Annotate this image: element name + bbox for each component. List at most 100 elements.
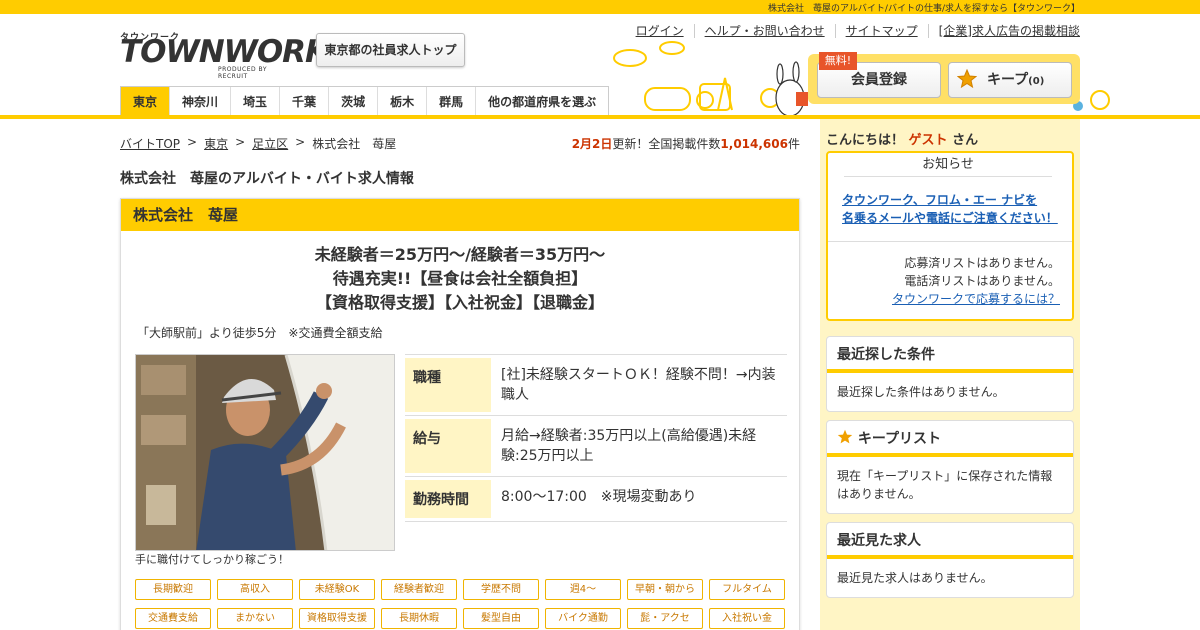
breadcrumb: バイトTOP > 東京 > 足立区 > 株式会社 苺屋 <box>120 135 396 152</box>
top-banner: 株式会社 苺屋のアルバイト/バイトの仕事/求人を探すなら【タウンワーク】 <box>0 0 1200 14</box>
work-hours-value: 8:00～17:00 ※現場変動あり <box>501 489 697 505</box>
photo-caption: 手に職付けてしっかり稼ごう！ <box>135 553 289 566</box>
breadcrumb-sep: > <box>295 135 306 149</box>
tab-tokyo[interactable]: 東京 <box>121 87 170 116</box>
recent-viewed-body: 最近見た求人はありません。 <box>837 571 993 585</box>
feature-tag[interactable]: フルタイム <box>709 579 785 600</box>
list-status: 応募済リストはありません。 電話済リストはありません。 タウンワークで応募するに… <box>828 254 1072 308</box>
salary-value: 月給→経験者:35万円以上(高給優遇)未経験:25万円以上 <box>501 428 757 464</box>
feature-tag[interactable]: バイク通勤 <box>545 608 621 629</box>
keep-button[interactable]: キープ(0) <box>948 62 1072 98</box>
job-photo[interactable] <box>135 354 395 551</box>
feature-tag[interactable]: 週4～ <box>545 579 621 600</box>
job-access: 「大師駅前」より徒歩5分 ※交通費全額支給 <box>137 326 383 340</box>
keep-count: (0) <box>1028 76 1045 87</box>
utility-links: ログイン ヘルプ・お問い合わせ サイトマップ [企業]求人広告の掲載相談 <box>626 24 1080 38</box>
feature-tag[interactable]: 資格取得支援 <box>299 608 375 629</box>
townwork-logo[interactable]: タウンワーク TOWNWORK PRODUCED BY RECRUIT <box>120 30 329 80</box>
work-hours-label: 勤務時間 <box>405 480 491 518</box>
recent-viewed-title[interactable]: 最近見た求人 <box>827 523 1073 559</box>
feature-tag[interactable]: 髪型自由 <box>463 608 539 629</box>
keep-list-body: 現在「キープリスト」に保存された情報はありません。 <box>837 469 1053 501</box>
feature-tag[interactable]: 経験者歓迎 <box>381 579 457 600</box>
total-count: 1,014,606 <box>720 137 788 151</box>
tab-gunma[interactable]: 群馬 <box>426 87 475 116</box>
help-link[interactable]: ヘルプ・お問い合わせ <box>693 24 835 38</box>
greeting-prefix: こんにちは！ <box>826 133 905 148</box>
fraud-warning-line: タウンワーク、フロム・エー ナビを <box>842 193 1038 207</box>
feature-tags: 長期歓迎 高収入 未経験OK 経験者歓迎 学歴不問 週4～ 早朝・朝から フルタ… <box>135 579 795 629</box>
sitemap-link[interactable]: サイトマップ <box>834 24 928 38</box>
guest-name: ゲスト <box>908 133 948 148</box>
catch-line: 未経験者＝25万円～/経験者＝35万円～ <box>314 245 606 264</box>
keep-list-title: キープリスト <box>857 431 942 447</box>
notice-box: お知らせ タウンワーク、フロム・エー ナビを 名乗るメールや電話にご注意ください… <box>826 151 1074 321</box>
how-to-apply-link[interactable]: タウンワークで応募するには？ <box>828 290 1060 308</box>
logo-subtitle: PRODUCED BY RECRUIT <box>218 66 267 80</box>
recent-search-title[interactable]: 最近探した条件 <box>827 337 1073 373</box>
table-row: 勤務時間 8:00～17:00 ※現場変動あり <box>405 477 787 522</box>
job-type-value: [社]未経験スタートＯＫ！経験不問！→内装職人 <box>501 367 776 403</box>
top-banner-text: 株式会社 苺屋のアルバイト/バイトの仕事/求人を探すなら【タウンワーク】 <box>768 4 1080 14</box>
keep-label: キープ <box>987 72 1029 88</box>
tab-tochigi[interactable]: 栃木 <box>377 87 426 116</box>
breadcrumb-tokyo[interactable]: 東京 <box>204 135 228 152</box>
sidebar: こんにちは！ ゲスト さん お知らせ タウンワーク、フロム・エー ナビを 名乗る… <box>820 119 1080 630</box>
breadcrumb-current: 株式会社 苺屋 <box>312 137 397 151</box>
fraud-warning-link[interactable]: タウンワーク、フロム・エー ナビを 名乗るメールや電話にご注意ください！ <box>842 191 1072 227</box>
star-icon <box>957 69 977 89</box>
feature-tag[interactable]: 早朝・朝から <box>627 579 703 600</box>
breadcrumb-sep: > <box>187 135 198 149</box>
update-info: 2月2日更新！全国掲載件数1,014,606件 <box>572 135 800 152</box>
tab-kanagawa[interactable]: 神奈川 <box>169 87 230 116</box>
job-card: 株式会社 苺屋 未経験者＝25万円～/経験者＝35万円～ 待遇充実!!【昼食は会… <box>120 198 800 630</box>
page-title: 株式会社 苺屋のアルバイト・バイト求人情報 <box>120 171 414 187</box>
job-type-label: 職種 <box>405 358 491 412</box>
applied-status: 応募済リストはありません。 <box>904 256 1060 270</box>
called-status: 電話済リストはありません。 <box>904 274 1060 288</box>
catch-line: 待遇充実!!【昼食は会社全額負担】 <box>332 269 588 288</box>
feature-tag[interactable]: まかない <box>217 608 293 629</box>
tab-ibaraki[interactable]: 茨城 <box>328 87 377 116</box>
notice-title: お知らせ <box>844 153 1052 177</box>
table-row: 給与 月給→経験者:35万円以上(高給優遇)未経験:25万円以上 <box>405 416 787 477</box>
recent-search-body: 最近探した条件はありません。 <box>837 385 1005 399</box>
tab-other-prefectures[interactable]: 他の都道府県を選ぶ <box>475 87 608 116</box>
tab-saitama[interactable]: 埼玉 <box>230 87 279 116</box>
salary-label: 給与 <box>405 419 491 473</box>
feature-tag[interactable]: 長期歓迎 <box>135 579 211 600</box>
region-tabs: 東京 神奈川 埼玉 千葉 茨城 栃木 群馬 他の都道府県を選ぶ <box>120 86 610 116</box>
tokyo-fulltime-top-button[interactable]: 東京都の社員求人トップ <box>316 33 465 67</box>
feature-tag[interactable]: 交通費支給 <box>135 608 211 629</box>
greeting: こんにちは！ ゲスト さん <box>826 129 978 148</box>
job-info-table: 職種 [社]未経験スタートＯＫ！経験不問！→内装職人 給与 月給→経験者:35万… <box>405 354 787 522</box>
table-row: 職種 [社]未経験スタートＯＫ！経験不問！→内装職人 <box>405 355 787 416</box>
feature-tag[interactable]: 長期休暇 <box>381 608 457 629</box>
fraud-warning-line: 名乗るメールや電話にご注意ください！ <box>842 211 1058 225</box>
company-name[interactable]: 株式会社 苺屋 <box>121 199 799 231</box>
feature-tag[interactable]: 高収入 <box>217 579 293 600</box>
breadcrumb-adachi[interactable]: 足立区 <box>252 135 288 152</box>
star-icon <box>837 429 853 444</box>
logo-wordmark: TOWNWORK <box>120 34 329 70</box>
recent-viewed-box: 最近見た求人 最近見た求人はありません。 <box>826 522 1074 598</box>
free-badge: 無料! <box>819 52 857 70</box>
recent-search-box: 最近探した条件 最近探した条件はありません。 <box>826 336 1074 412</box>
update-text: 更新！全国掲載件数 <box>612 137 721 151</box>
breadcrumb-baito-top[interactable]: バイトTOP <box>120 135 180 152</box>
feature-tag[interactable]: 学歴不問 <box>463 579 539 600</box>
feature-tag[interactable]: 未経験OK <box>299 579 375 600</box>
tab-chiba[interactable]: 千葉 <box>279 87 328 116</box>
keep-list-header[interactable]: キープリスト <box>827 421 1073 457</box>
employer-link[interactable]: [企業]求人広告の掲載相談 <box>927 24 1080 38</box>
count-unit: 件 <box>787 137 800 151</box>
keep-list-box: キープリスト 現在「キープリスト」に保存された情報はありません。 <box>826 420 1074 514</box>
greeting-suffix: さん <box>952 133 979 148</box>
worker-photo-illustration <box>136 355 394 550</box>
login-link[interactable]: ログイン <box>626 24 694 38</box>
feature-tag[interactable]: 髭・アクセ <box>627 608 703 629</box>
feature-tag[interactable]: 入社祝い金 <box>709 608 785 629</box>
breadcrumb-sep: > <box>235 135 246 149</box>
catch-line: 【資格取得支援】【入社祝金】【退職金】 <box>315 293 604 312</box>
notice-divider <box>828 241 1072 242</box>
